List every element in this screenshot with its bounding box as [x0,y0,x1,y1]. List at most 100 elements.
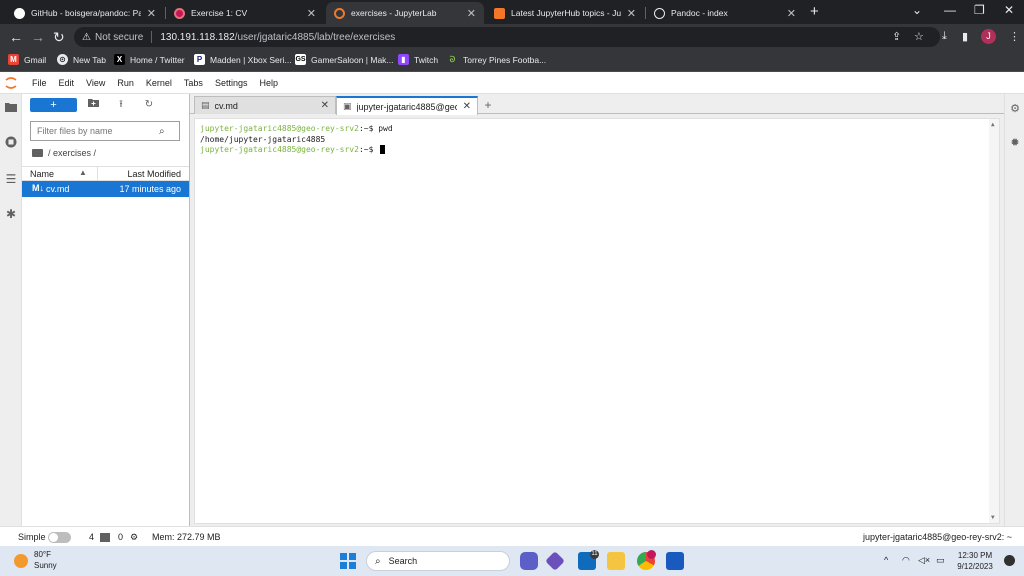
windows-start-icon[interactable] [340,553,356,569]
file-row[interactable]: M↓ cv.md 17 minutes ago [22,181,189,197]
column-divider[interactable] [97,167,98,181]
bookmark-label: Torrey Pines Footba... [463,54,547,65]
reload-button[interactable]: ↻ [53,29,65,46]
close-icon[interactable]: ✕ [307,7,316,20]
sun-icon[interactable] [14,554,28,568]
scroll-up-icon[interactable]: ▲ [991,121,995,128]
taskbar-clock[interactable]: 12:30 PM 9/12/2023 [950,550,1000,572]
address-bar[interactable]: ⚠ Not secure 130.191.118.182 /user/jgata… [74,27,940,47]
column-header-last-modified[interactable]: Last Modified [127,169,181,179]
folder-icon[interactable] [32,149,43,157]
bookmark-gamersaloon[interactable]: GS GamerSaloon | Mak... [295,54,394,65]
menu-view[interactable]: View [80,78,111,88]
bookmark-torrey-pines[interactable]: ᘐ Torrey Pines Footba... [447,54,546,65]
weather-temperature[interactable]: 80°F [34,550,51,559]
new-folder-icon[interactable] [86,98,100,112]
wifi-icon[interactable]: ◠ [902,555,910,566]
close-icon[interactable]: ✕ [467,7,476,20]
close-icon[interactable]: ✕ [627,7,636,20]
tab-cv-md[interactable]: ▤ cv.md ✕ [194,96,336,114]
add-tab-button[interactable]: + [480,97,496,113]
chrome-icon: ⊙ [57,54,68,65]
file-filter-input[interactable] [37,126,159,136]
menu-help[interactable]: Help [253,78,284,88]
refresh-icon[interactable]: ↻ [142,98,156,112]
globe-icon [654,7,665,19]
windows-taskbar: 80°F Sunny ⌕ Search 11 ^ ◠ ◁× ▭ 12:30 PM… [0,546,1024,576]
file-name[interactable]: cv.md [46,184,69,194]
more-menu-icon[interactable]: ⋮ [1009,30,1020,43]
warning-icon[interactable]: ⚠ [82,32,91,43]
forward-button[interactable]: → [31,29,45,45]
kernel-count[interactable]: 0 [118,532,123,542]
close-icon[interactable]: ✕ [787,7,796,20]
profile-avatar[interactable]: J [981,29,996,44]
new-tab-button[interactable]: + [810,3,819,20]
file-filter-field[interactable]: ⌕ [30,121,180,141]
exercise-icon [174,7,185,19]
kernel-status-icon[interactable]: ⚙ [130,532,138,543]
terminal-scrollbar[interactable]: ▲ ▼ [989,119,999,523]
scroll-down-icon[interactable]: ▼ [991,514,995,521]
bookmark-new-tab[interactable]: ⊙ New Tab [57,54,106,65]
close-window-button[interactable]: ✕ [1004,3,1014,17]
bookmark-star-icon[interactable]: ☆ [914,30,924,43]
download-icon[interactable]: ⤓ [942,30,947,43]
weather-description[interactable]: Sunny [34,561,57,570]
browser-tab-exercise[interactable]: Exercise 1: CV ✕ [166,2,324,24]
close-icon[interactable]: ✕ [321,100,329,111]
folder-icon[interactable] [3,100,19,116]
share-icon[interactable]: ⇪ [892,30,901,43]
menu-tabs[interactable]: Tabs [178,78,209,88]
browser-tab-jupyterlab[interactable]: exercises - JupyterLab ✕ [326,2,484,24]
file-explorer-icon[interactable] [607,552,625,570]
battery-icon[interactable]: ▭ [936,555,945,566]
word-app-icon[interactable] [666,552,684,570]
simple-mode-label: Simple [18,532,46,542]
menu-run[interactable]: Run [111,78,140,88]
extension-manager-icon[interactable]: ✱ [3,206,19,222]
menu-file[interactable]: File [26,78,53,88]
close-icon[interactable]: ✕ [463,101,471,112]
bookmark-twitter[interactable]: X Home / Twitter [114,54,185,65]
upload-icon[interactable]: ⭱ [114,98,128,112]
bookmark-twitch[interactable]: ▮ Twitch [398,54,438,65]
security-label[interactable]: Not secure [95,32,143,43]
bookmark-label: GamerSaloon | Mak... [311,54,394,65]
volume-muted-icon[interactable]: ◁× [918,555,930,566]
tab-terminal[interactable]: ▣ jupyter-jgataric4885@geo-re ✕ [336,96,478,115]
chat-app-icon[interactable] [520,552,538,570]
tab-title: Latest JupyterHub topics - Jupyt [511,8,621,18]
restore-button[interactable]: ❐ [974,3,985,17]
breadcrumb-path[interactable]: / exercises / [48,148,96,158]
side-panel-icon[interactable]: ▮ [962,30,968,43]
taskbar-search[interactable]: ⌕ Search [366,551,510,571]
menu-kernel[interactable]: Kernel [140,78,178,88]
table-of-contents-icon[interactable]: ☰ [3,171,19,187]
column-header-name[interactable]: Name [30,169,54,179]
prompt-user: jupyter-jgataric4885@geo-rey-srv2 [200,124,359,133]
back-button[interactable]: ← [9,29,23,45]
copilot-icon[interactable] [545,551,565,571]
terminal-count[interactable]: 4 [89,532,94,542]
running-sessions-icon[interactable] [3,136,19,152]
new-launcher-button[interactable]: + [30,98,77,112]
terminal-panel[interactable]: jupyter-jgataric4885@geo-rey-srv2:~$ pwd… [194,118,1000,524]
search-label: Search [388,556,418,566]
notification-icon[interactable] [1004,555,1015,566]
browser-tab-github[interactable]: GitHub - boisgera/pandoc: Pand ✕ [6,2,164,24]
browser-tab-jupyterhub[interactable]: Latest JupyterHub topics - Jupyt ✕ [486,2,644,24]
browser-tab-pandoc[interactable]: Pandoc - index ✕ [646,2,804,24]
menu-settings[interactable]: Settings [209,78,254,88]
show-hidden-icons[interactable]: ^ [884,555,888,565]
simple-mode-toggle[interactable] [48,532,71,543]
close-icon[interactable]: ✕ [147,7,156,20]
menu-edit[interactable]: Edit [53,78,81,88]
debugger-icon[interactable]: ✹ [1008,136,1022,150]
terminal-status-icon[interactable] [100,533,110,542]
property-inspector-icon[interactable]: ⚙ [1008,102,1022,116]
tab-search-button[interactable]: ⌄ [912,3,922,17]
minimize-button[interactable]: — [944,3,956,17]
bookmark-madden[interactable]: P Madden | Xbox Seri... [194,54,292,65]
bookmark-gmail[interactable]: M Gmail [8,54,46,65]
